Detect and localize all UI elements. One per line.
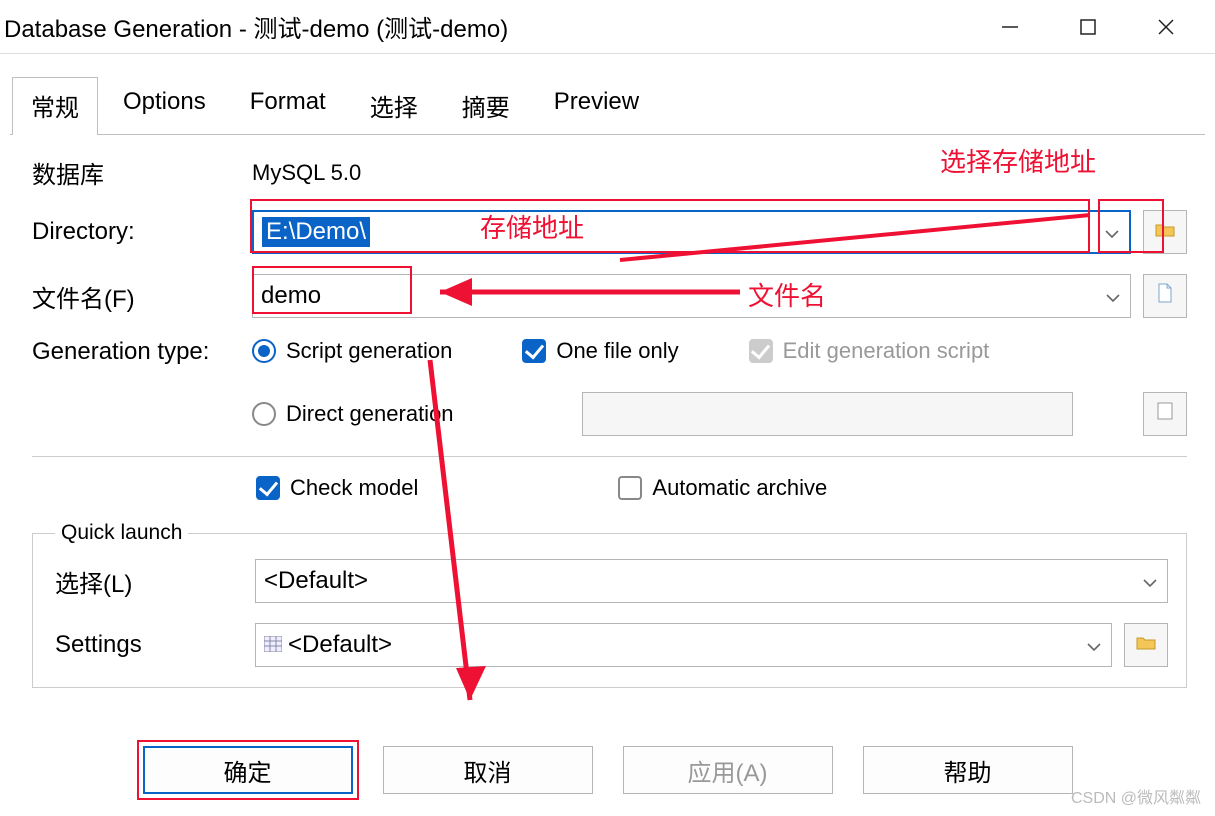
tab-panel-general: 数据库 MySQL 5.0 Directory: E:\Demo\ 文件名(F)… (10, 134, 1205, 708)
label-settings: Settings (55, 631, 255, 659)
cancel-button[interactable]: 取消 (383, 746, 593, 794)
label-generation-type: Generation type: (32, 338, 252, 366)
folder-icon (1155, 220, 1175, 244)
check-edit-generation-script: Edit generation script (749, 338, 990, 364)
radio-direct-generation[interactable]: Direct generation (252, 401, 512, 427)
apply-button: 应用(A) (623, 746, 833, 794)
tab-general[interactable]: 常规 (12, 77, 98, 135)
settings-browse-button[interactable] (1124, 623, 1168, 667)
check-one-file-only[interactable]: One file only (522, 338, 678, 364)
quick-launch-group: Quick launch 选择(L) <Default> Settings <D… (32, 521, 1187, 688)
grid-icon (264, 631, 282, 659)
settings-combo-value: <Default> (288, 631, 392, 659)
label-select: 选择(L) (55, 564, 255, 599)
check-check-model[interactable]: Check model (256, 475, 418, 501)
minimize-button[interactable] (981, 10, 1039, 44)
ok-button[interactable]: 确定 (143, 746, 353, 794)
tab-preview[interactable]: Preview (535, 77, 658, 135)
browse-directory-button[interactable] (1143, 210, 1187, 254)
window-title: Database Generation - 测试-demo (测试-demo) (4, 9, 981, 44)
filename-input-value: demo (261, 282, 321, 310)
button-row: 确定 取消 应用(A) 帮助 (0, 746, 1215, 794)
folder-icon (1136, 633, 1156, 657)
maximize-button[interactable] (1059, 10, 1117, 44)
title-bar: Database Generation - 测试-demo (测试-demo) (0, 0, 1215, 54)
filename-input[interactable]: demo (252, 274, 1131, 318)
direct-generation-config-button[interactable] (1143, 392, 1187, 436)
chevron-down-icon (1105, 218, 1119, 246)
directory-input[interactable]: E:\Demo\ (252, 210, 1131, 254)
radio-script-generation[interactable]: Script generation (252, 338, 452, 364)
settings-combo[interactable]: <Default> (255, 623, 1112, 667)
label-database: 数据库 (32, 155, 252, 190)
direct-generation-target[interactable] (582, 392, 1073, 436)
help-button[interactable]: 帮助 (863, 746, 1073, 794)
tab-summary[interactable]: 摘要 (443, 77, 529, 135)
chevron-down-icon (1087, 631, 1101, 659)
directory-input-value: E:\Demo\ (262, 217, 370, 247)
file-icon (1157, 283, 1173, 309)
select-combo[interactable]: <Default> (255, 559, 1168, 603)
select-combo-value: <Default> (264, 567, 368, 595)
check-automatic-archive[interactable]: Automatic archive (618, 475, 827, 501)
tab-options[interactable]: Options (104, 77, 225, 135)
tab-select[interactable]: 选择 (351, 77, 437, 135)
label-filename: 文件名(F) (32, 279, 252, 314)
label-directory: Directory: (32, 218, 252, 246)
database-value: MySQL 5.0 (252, 160, 361, 186)
close-button[interactable] (1137, 10, 1195, 44)
quick-launch-legend: Quick launch (55, 521, 188, 545)
tab-bar: 常规 Options Format 选择 摘要 Preview (12, 76, 1215, 134)
chevron-down-icon (1106, 282, 1120, 310)
chevron-down-icon (1143, 567, 1157, 595)
file-button[interactable] (1143, 274, 1187, 318)
watermark: CSDN @微风粼粼 (1071, 784, 1201, 808)
tab-format[interactable]: Format (231, 77, 345, 135)
page-icon (1157, 402, 1173, 426)
separator (32, 456, 1187, 457)
